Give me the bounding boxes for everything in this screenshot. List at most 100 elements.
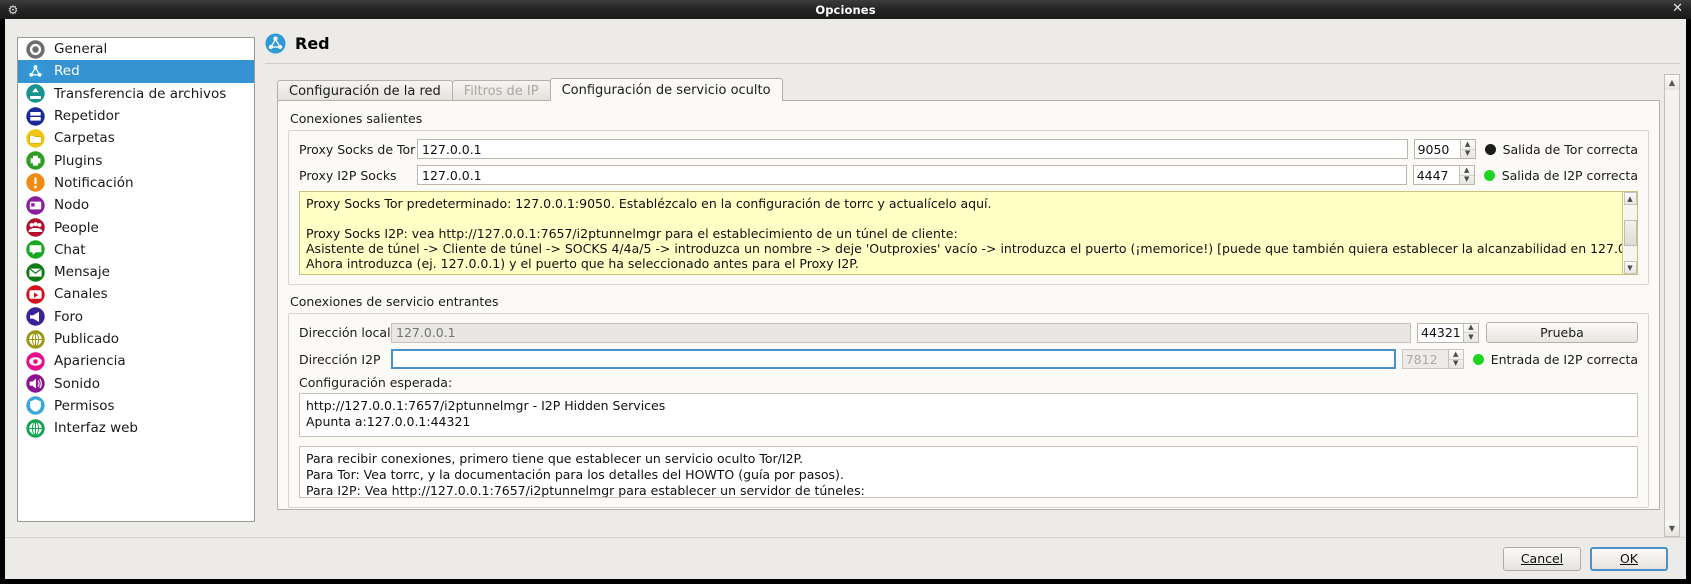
i2p-port-input[interactable] — [1413, 166, 1459, 184]
local-port-arrows[interactable]: ▲ ▼ — [1463, 323, 1478, 342]
sidebar-item-sonido[interactable]: Sonido — [18, 372, 254, 394]
video-icon — [26, 285, 45, 304]
tab-network-config[interactable]: Configuración de la red — [277, 80, 453, 101]
chevron-up-icon[interactable]: ▲ — [1460, 166, 1474, 175]
tab-hidden-service-config[interactable]: Configuración de servicio oculto — [549, 78, 783, 101]
people-icon — [26, 218, 45, 237]
close-icon[interactable]: ✕ — [1672, 1, 1683, 16]
sidebar-item-permisos[interactable]: Permisos — [18, 395, 254, 417]
sidebar-item-canales[interactable]: Canales — [18, 283, 254, 305]
scroll-track[interactable] — [1665, 90, 1679, 521]
expected-config-row: Configuración esperada: — [299, 375, 1638, 390]
sidebar-item-mensaje[interactable]: Mensaje — [18, 261, 254, 283]
sidebar-item-label: Publicado — [54, 331, 120, 347]
local-port-input[interactable] — [1418, 323, 1463, 342]
incoming-group-title: Conexiones de servicio entrantes — [290, 294, 499, 309]
sidebar-item-label: Apariencia — [54, 353, 126, 370]
tab-bar[interactable]: Configuración de la red Filtros de IP Conf… — [277, 78, 1662, 101]
window-titlebar: ⚙ Opciones ✕ — [0, 0, 1691, 19]
sidebar-item-plugins[interactable]: Plugins — [18, 149, 254, 171]
page-title: Red — [295, 34, 330, 53]
i2p-port-stepper[interactable]: ▲ ▼ — [1412, 165, 1475, 185]
i2p-port-arrows[interactable]: ▲ ▼ — [1458, 166, 1474, 185]
sidebar-item-label: Nodo — [54, 197, 90, 214]
i2p-inbound-status-led — [1472, 353, 1484, 365]
network-icon — [265, 33, 286, 54]
chevron-up-icon[interactable]: ▲ — [1464, 324, 1478, 333]
sidebar-item-label: Chat — [54, 241, 86, 258]
tor-proxy-row: Proxy Socks de Tor ▲ ▼ — [299, 139, 1638, 159]
tor-status-led — [1484, 143, 1496, 155]
outgoing-group-title: Conexiones salientes — [290, 111, 423, 126]
file-transfer-icon — [26, 84, 45, 103]
scroll-track-bottom[interactable] — [1623, 246, 1637, 261]
tor-port-stepper[interactable]: ▲ ▼ — [1413, 139, 1476, 159]
window-title: Opciones — [815, 2, 876, 17]
local-address-label: Dirección local — [299, 325, 391, 340]
sidebar-item-people[interactable]: People — [18, 216, 254, 238]
scroll-up-icon[interactable]: ▲ — [1665, 75, 1679, 90]
settings-pane: Red Configuración de la red Filtros de IP… — [255, 19, 1686, 537]
i2p-proxy-input[interactable] — [417, 165, 1407, 185]
sidebar-item-label: Foro — [54, 308, 84, 325]
tab-panel-hidden-service: Conexiones salientes Proxy Socks de Tor … — [277, 100, 1660, 510]
i2p-inbound-port-input[interactable] — [1402, 350, 1448, 368]
chevron-down-icon[interactable]: ▼ — [1460, 148, 1475, 159]
sidebar-item-general[interactable]: General — [18, 38, 254, 60]
sidebar-item-publicado[interactable]: Publicado — [18, 328, 254, 350]
local-port-stepper[interactable]: ▲ ▼ — [1417, 322, 1479, 343]
sidebar-item-label: People — [54, 219, 99, 236]
pane-scrollbar[interactable]: ▲ ▼ — [1664, 74, 1680, 537]
sidebar-item-chat[interactable]: Chat — [18, 239, 254, 261]
cancel-button[interactable]: Cancel — [1503, 546, 1581, 571]
local-address-input[interactable] — [391, 322, 1411, 343]
sidebar-item-nodo[interactable]: Nodo — [18, 194, 254, 216]
scroll-thumb[interactable] — [1623, 220, 1637, 246]
i2p-inbound-port-stepper[interactable]: ▲ ▼ — [1401, 349, 1464, 369]
i2p-address-label: Dirección I2P — [299, 351, 381, 367]
chevron-down-icon[interactable]: ▼ — [1459, 174, 1474, 185]
i2p-status: Salida de I2P correcta — [1483, 168, 1638, 183]
chevron-up-icon[interactable]: ▲ — [1449, 350, 1463, 359]
chevron-up-icon[interactable]: ▲ — [1461, 140, 1475, 149]
scroll-down-icon[interactable]: ▼ — [1665, 521, 1679, 536]
tor-proxy-input[interactable] — [417, 139, 1408, 159]
scroll-wrapper: Configuración de la red Filtros de IP Conf… — [265, 64, 1686, 537]
sidebar-item-red[interactable]: Red — [18, 60, 254, 83]
megaphone-icon — [26, 307, 45, 326]
incoming-help-box: Para recibir conexiones, primero tiene q… — [299, 446, 1638, 498]
i2p-proxy-row: Proxy I2P Socks ▲ ▼ — [299, 165, 1638, 185]
i2p-inbound-status: Entrada de I2P correcta — [1472, 351, 1638, 367]
tor-port-input[interactable] — [1414, 140, 1460, 158]
sidebar-item-interfaz-web[interactable]: Interfaz web — [18, 417, 254, 439]
cancel-button-label: Cancel — [1520, 551, 1564, 566]
sidebar-item-carpetas[interactable]: Carpetas — [18, 127, 254, 149]
sidebar-item-foro[interactable]: Foro — [18, 306, 254, 328]
chevron-down-icon[interactable]: ▼ — [1464, 332, 1478, 342]
test-button[interactable]: Prueba — [1486, 322, 1638, 343]
settings-category-list[interactable]: General Red Transferencia de archivos Repet… — [17, 37, 255, 522]
scroll-down-icon[interactable]: ▼ — [1623, 261, 1637, 274]
tor-port-arrows[interactable]: ▲ ▼ — [1459, 140, 1475, 159]
folder-icon — [26, 129, 45, 148]
sidebar-item-transferencia-de-archivos[interactable]: Transferencia de archivos — [18, 83, 254, 105]
sidebar-item-apariencia[interactable]: Apariencia — [18, 350, 254, 372]
sidebar-item-label: Repetidor — [54, 108, 120, 125]
id-card-icon — [26, 196, 45, 215]
chat-icon — [26, 240, 45, 260]
expected-config-label: Configuración esperada: — [299, 375, 453, 390]
i2p-inbound-port-arrows[interactable]: ▲ ▼ — [1447, 350, 1463, 369]
outgoing-info-scrollbar[interactable]: ▲ ▼ — [1622, 192, 1637, 274]
ok-button[interactable]: OK — [1590, 546, 1668, 571]
sidebar-item-notificaci-n[interactable]: Notificación — [18, 172, 254, 194]
scroll-up-icon[interactable]: ▲ — [1623, 192, 1637, 205]
sidebar-item-repetidor[interactable]: Repetidor — [18, 105, 254, 127]
settings-scroll-area: Configuración de la red Filtros de IP Conf… — [265, 64, 1662, 537]
scroll-track-top[interactable] — [1623, 205, 1637, 220]
i2p-address-input[interactable] — [391, 349, 1396, 369]
chevron-down-icon[interactable]: ▼ — [1448, 358, 1463, 369]
incoming-group-box: Dirección local ▲ ▼ Prueba — [288, 313, 1649, 508]
i2p-inbound-status-label: Entrada de I2P correcta — [1490, 351, 1638, 367]
sidebar-item-label: Mensaje — [54, 264, 110, 281]
envelope-icon — [26, 262, 45, 282]
